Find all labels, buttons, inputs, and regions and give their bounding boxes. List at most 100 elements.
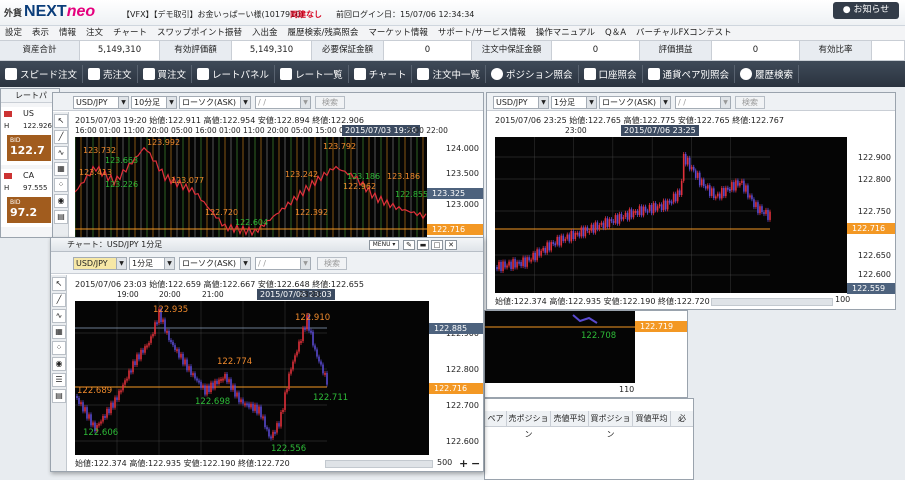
candle bbox=[130, 370, 132, 373]
pin-icon[interactable]: ✎ bbox=[403, 240, 415, 250]
rate-panel-button[interactable]: レートパネル bbox=[192, 65, 276, 83]
horizontal-scrollbar[interactable] bbox=[711, 298, 833, 306]
order-list-button[interactable]: 注文中一覧 bbox=[412, 65, 486, 83]
chart-plot-area[interactable]: 122.708 bbox=[485, 311, 635, 383]
menu-item[interactable]: バーチャルFXコンテスト bbox=[631, 26, 737, 40]
search-button[interactable]: 検索 bbox=[315, 96, 345, 109]
bid-button[interactable]: BID 97.2 bbox=[7, 197, 51, 223]
chart-type-select[interactable]: ローソク(ASK) ▼ bbox=[179, 96, 251, 109]
speed-order-button[interactable]: スピード注文 bbox=[0, 65, 84, 83]
rate-list-button[interactable]: レート一覧 bbox=[275, 65, 349, 83]
search-button[interactable]: 検索 bbox=[735, 96, 765, 109]
sell-order-button[interactable]: 売注文 bbox=[83, 65, 138, 83]
horizontal-scrollbar[interactable] bbox=[325, 460, 433, 468]
date-input[interactable]: / / ▼ bbox=[255, 257, 311, 270]
grid-icon[interactable]: ▦ bbox=[52, 325, 66, 339]
notice-button[interactable]: ● お知らせ bbox=[833, 2, 899, 19]
menu-item[interactable]: 情報 bbox=[54, 26, 81, 40]
candle bbox=[258, 406, 260, 414]
chart-plot-area[interactable] bbox=[495, 137, 847, 293]
menu-item[interactable]: チャート bbox=[108, 26, 152, 40]
window-titlebar[interactable]: チャート：USD/JPY 1分足 MENU ▾ ✎ ▬ □ ✕ bbox=[51, 238, 483, 252]
account-inquiry-button[interactable]: 口座照会 bbox=[579, 65, 643, 83]
menu-item[interactable]: 履歴検索/残高照会 bbox=[283, 26, 364, 40]
eye-icon[interactable]: ◉ bbox=[54, 194, 68, 208]
history-search-button[interactable]: 履歴検索 bbox=[735, 65, 800, 83]
pair-select[interactable]: USD/JPY ▼ bbox=[73, 96, 129, 109]
period-select[interactable]: 1分足 ▼ bbox=[129, 257, 175, 270]
currency-inquiry-button[interactable]: 通貨ペア別照会 bbox=[643, 65, 736, 83]
minimize-icon[interactable]: ▬ bbox=[417, 240, 429, 250]
candle bbox=[725, 187, 727, 197]
menu-item[interactable]: マーケット情報 bbox=[363, 26, 433, 40]
col-buy-pos[interactable]: 買ポジション bbox=[589, 411, 633, 439]
col-pair[interactable]: ペア bbox=[485, 411, 507, 426]
menu-item[interactable]: 設定 bbox=[0, 26, 27, 40]
dots-icon[interactable]: ⁘ bbox=[54, 178, 68, 192]
pair-select[interactable]: USD/JPY ▼ bbox=[73, 257, 127, 270]
zoom-out-icon[interactable]: − bbox=[471, 457, 480, 470]
candle bbox=[632, 211, 635, 218]
bar-count[interactable]: 500 bbox=[437, 458, 452, 467]
period-select[interactable]: 1分足 ▼ bbox=[551, 96, 597, 109]
zoom-in-icon[interactable]: + bbox=[459, 457, 468, 470]
menu-button[interactable]: MENU ▾ bbox=[369, 240, 399, 250]
chart-plot-area[interactable]: 123.992 123.792 123.663 123.732 123.413 123.2… bbox=[75, 137, 427, 241]
search-button[interactable]: 検索 bbox=[317, 257, 347, 270]
bar-count[interactable]: 110 bbox=[619, 385, 634, 394]
period-select[interactable]: 10分足 ▼ bbox=[131, 96, 177, 109]
candle bbox=[318, 356, 320, 362]
print-icon[interactable]: ▤ bbox=[54, 210, 68, 224]
candle bbox=[717, 193, 719, 197]
pen-icon[interactable]: ╱ bbox=[54, 130, 68, 144]
chart-window-partial: 122.708 122.719 110 bbox=[484, 310, 688, 398]
col-extra[interactable]: 必 bbox=[671, 411, 693, 426]
chart-button[interactable]: チャート bbox=[349, 65, 413, 83]
candle bbox=[652, 203, 655, 214]
date-input[interactable]: / / ▼ bbox=[675, 96, 731, 109]
cursor-icon[interactable]: ↖ bbox=[54, 114, 68, 128]
pair-select[interactable]: USD/JPY ▼ bbox=[493, 96, 549, 109]
menu-item[interactable]: Q＆A bbox=[600, 26, 631, 40]
grid-icon[interactable]: ▦ bbox=[54, 162, 68, 176]
buy-order-button[interactable]: 買注文 bbox=[138, 65, 193, 83]
dots-icon[interactable]: ⁘ bbox=[52, 341, 66, 355]
rate-row-cad[interactable]: CA H 97.555 BID 97.2 bbox=[1, 169, 59, 227]
indicator-icon[interactable]: ∿ bbox=[52, 309, 66, 323]
indicator-icon[interactable]: ∿ bbox=[54, 146, 68, 160]
bid-button[interactable]: BID 122.7 bbox=[7, 135, 51, 161]
candle bbox=[190, 366, 192, 375]
position-button[interactable]: ポジション照会 bbox=[486, 65, 579, 83]
ca-flag-icon bbox=[4, 173, 12, 179]
candle bbox=[666, 200, 669, 210]
menu-item[interactable]: スワップポイント振替 bbox=[152, 26, 247, 40]
menu-item[interactable]: 入出金 bbox=[247, 26, 283, 40]
bar-count[interactable]: 100 bbox=[835, 295, 850, 304]
candle bbox=[202, 385, 204, 388]
print-icon[interactable]: ▤ bbox=[52, 389, 66, 403]
col-buy-avg[interactable]: 買値平均 bbox=[633, 411, 671, 426]
close-icon[interactable]: ✕ bbox=[445, 240, 457, 250]
y-tick: 122.600 bbox=[857, 270, 891, 279]
chart-type-select[interactable]: ローソク(ASK) ▼ bbox=[179, 257, 251, 270]
col-sell-pos[interactable]: 売ポジション bbox=[507, 411, 551, 439]
candle bbox=[114, 397, 116, 408]
list-icon[interactable]: ☰ bbox=[52, 373, 66, 387]
price-tag: 122.885 bbox=[429, 323, 483, 334]
menu-item[interactable]: 表示 bbox=[27, 26, 54, 40]
rate-row-usd[interactable]: US H 122.926 BID 122.7 bbox=[1, 107, 59, 165]
chart-plot-area[interactable]: 122.935 122.774 122.689 122.606 122.698 … bbox=[75, 301, 429, 455]
pen-icon[interactable]: ╱ bbox=[52, 293, 66, 307]
rate-panel-window: レートパ US H 122.926 BID 122.7 CA H 97.555 … bbox=[0, 88, 60, 238]
col-sell-avg[interactable]: 売値平均 bbox=[551, 411, 589, 426]
eye-icon[interactable]: ◉ bbox=[52, 357, 66, 371]
candle bbox=[270, 436, 272, 439]
chart-type-select[interactable]: ローソク(ASK) ▼ bbox=[599, 96, 671, 109]
date-input[interactable]: / / ▼ bbox=[255, 96, 311, 109]
menu-item[interactable]: サポート/サービス情報 bbox=[433, 26, 531, 40]
cursor-icon[interactable]: ↖ bbox=[52, 277, 66, 291]
menu-item[interactable]: 注文 bbox=[81, 26, 108, 40]
candle bbox=[80, 402, 82, 405]
menu-item[interactable]: 操作マニュアル bbox=[531, 26, 600, 40]
maximize-icon[interactable]: □ bbox=[431, 240, 443, 250]
